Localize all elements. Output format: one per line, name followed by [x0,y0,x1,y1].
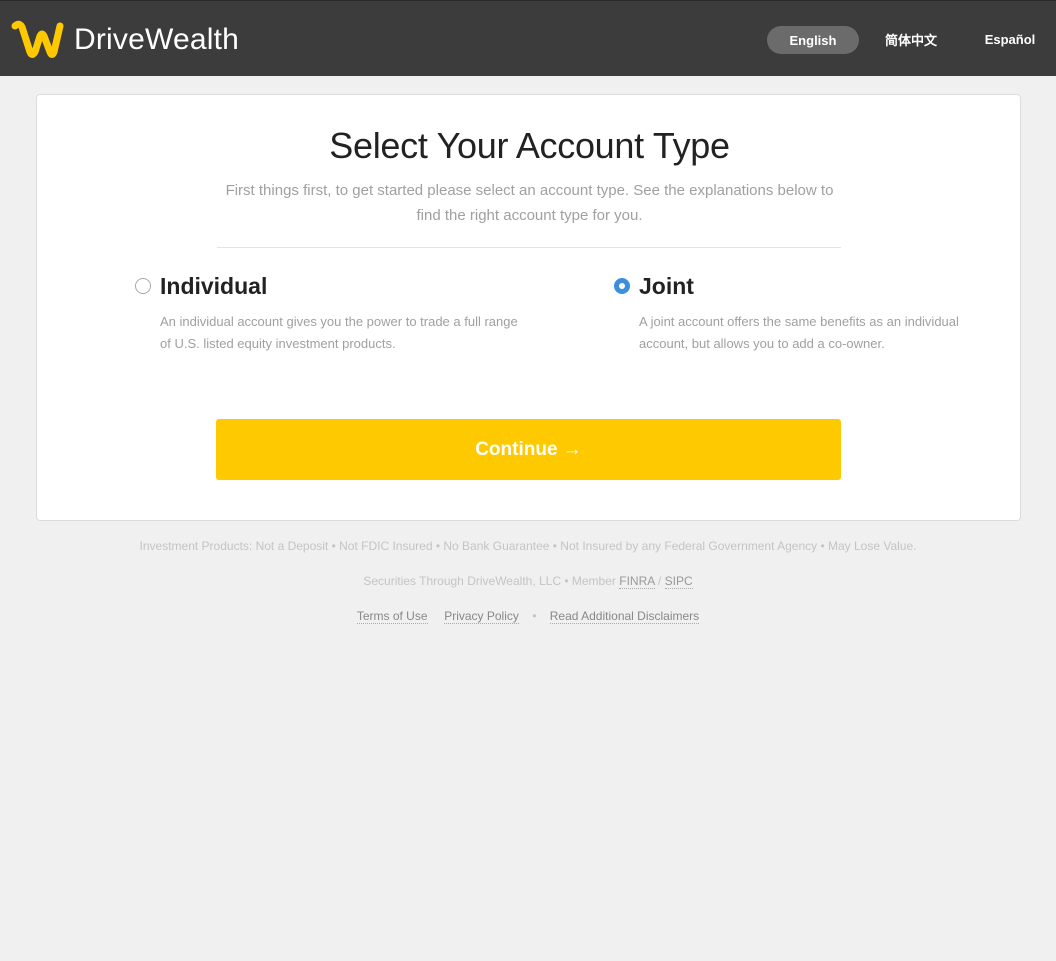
securities-text: Securities Through DriveWealth, LLC • Me… [363,574,616,588]
divider [217,247,841,248]
joint-radio[interactable] [614,278,630,294]
finra-sipc-separator: / [657,574,662,588]
individual-label[interactable]: Individual [160,273,267,300]
additional-disclaimers-link[interactable]: Read Additional Disclaimers [549,609,700,624]
continue-button[interactable]: Continue → [216,419,841,480]
joint-description: A joint account offers the same benefits… [639,314,959,351]
language-spanish-button[interactable]: Español [975,25,1045,53]
footer-securities: Securities Through DriveWealth, LLC • Me… [0,574,1056,589]
top-navigation-bar: DriveWealth English 简体中文 Español [0,0,1056,76]
language-english-button[interactable]: English [767,26,859,54]
brand-name-part2: Wealth [145,23,240,56]
page-title: Select Your Account Type [329,125,730,166]
individual-radio[interactable] [135,278,151,294]
finra-link[interactable]: FINRA [619,574,655,589]
individual-description: An individual account gives you the powe… [160,314,518,351]
footer-bullet-separator: • [532,609,537,623]
sipc-link[interactable]: SIPC [664,574,693,589]
account-type-card: Select Your Account Type First things fi… [36,94,1021,521]
terms-of-use-link[interactable]: Terms of Use [356,609,428,624]
joint-label[interactable]: Joint [639,273,694,300]
language-chinese-button[interactable]: 简体中文 [875,25,947,53]
drivewealth-logo[interactable]: DriveWealth [10,14,239,66]
privacy-policy-link[interactable]: Privacy Policy [444,609,519,624]
drivewealth-w-logo-icon [11,20,64,58]
page-subtitle: First things first, to get started pleas… [225,182,834,224]
footer-links: Terms of Use Privacy Policy • Read Addit… [0,609,1056,624]
footer-disclaimer: Investment Products: Not a Deposit • Not… [139,539,917,553]
brand-name-part1: Drive [74,23,146,56]
brand-name: DriveWealth [74,25,239,55]
